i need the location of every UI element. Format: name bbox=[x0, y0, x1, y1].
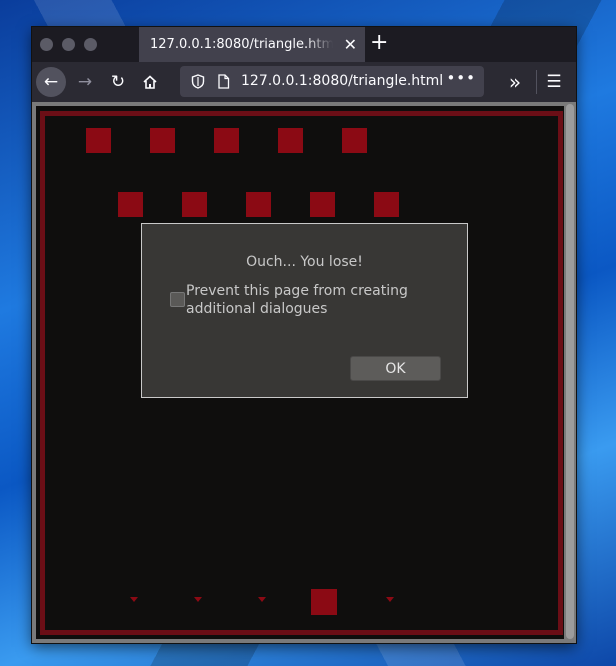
home-button[interactable] bbox=[135, 67, 165, 97]
prevent-dialogs-checkbox[interactable] bbox=[170, 292, 185, 307]
navigation-toolbar: ← → ↻ 127.0.0.1:8080/triangle.html ••• »… bbox=[32, 62, 576, 102]
window-close-button[interactable] bbox=[40, 38, 53, 51]
new-tab-button[interactable]: + bbox=[370, 30, 388, 55]
overflow-menu-button[interactable]: » bbox=[500, 67, 530, 97]
app-menu-button[interactable]: ☰ bbox=[539, 67, 569, 97]
enemy-block bbox=[214, 128, 239, 153]
vertical-scrollbar[interactable] bbox=[566, 104, 574, 639]
enemy-shot bbox=[194, 597, 202, 602]
url-bar[interactable]: 127.0.0.1:8080/triangle.html ••• bbox=[180, 66, 484, 97]
window-minimize-button[interactable] bbox=[62, 38, 75, 51]
enemy-shot bbox=[130, 597, 138, 602]
enemy-shot bbox=[386, 597, 394, 602]
page-actions-icon[interactable]: ••• bbox=[446, 63, 476, 94]
home-icon bbox=[143, 75, 157, 89]
enemy-block bbox=[278, 128, 303, 153]
ok-button[interactable]: OK bbox=[350, 356, 441, 381]
back-button[interactable]: ← bbox=[36, 67, 66, 97]
shield-icon[interactable] bbox=[191, 74, 205, 89]
url-text[interactable]: 127.0.0.1:8080/triangle.html bbox=[241, 66, 443, 97]
enemy-block bbox=[182, 192, 207, 217]
reload-button[interactable]: ↻ bbox=[103, 67, 133, 97]
enemy-block bbox=[118, 192, 143, 217]
page-icon[interactable] bbox=[217, 74, 230, 89]
tab-bar: 127.0.0.1:8080/triangle.html ✕ + bbox=[32, 27, 576, 62]
tab-title: 127.0.0.1:8080/triangle.html bbox=[150, 37, 333, 52]
player-block bbox=[311, 589, 337, 615]
enemy-block bbox=[374, 192, 399, 217]
forward-button[interactable]: → bbox=[70, 67, 100, 97]
dialog-message: Ouch... You lose! bbox=[246, 254, 363, 270]
prevent-dialogs-label[interactable]: Prevent this page from creating addition… bbox=[186, 282, 446, 318]
enemy-block bbox=[310, 192, 335, 217]
tab-close-icon[interactable]: ✕ bbox=[344, 27, 357, 62]
alert-dialog: Ouch... You lose! Prevent this page from… bbox=[141, 223, 468, 398]
enemy-block bbox=[342, 128, 367, 153]
enemy-shot bbox=[258, 597, 266, 602]
enemy-block bbox=[150, 128, 175, 153]
window-maximize-button[interactable] bbox=[84, 38, 97, 51]
tab-active[interactable]: 127.0.0.1:8080/triangle.html ✕ bbox=[139, 27, 365, 62]
toolbar-divider bbox=[536, 70, 537, 94]
enemy-block bbox=[86, 128, 111, 153]
enemy-block bbox=[246, 192, 271, 217]
